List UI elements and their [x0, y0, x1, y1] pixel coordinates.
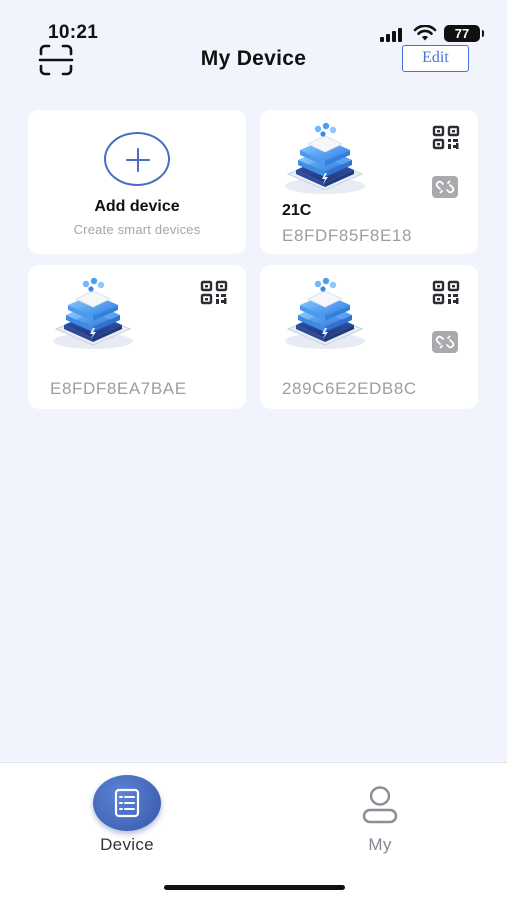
device-image	[48, 275, 138, 351]
add-icon	[104, 132, 170, 186]
battery-icon: 77	[444, 25, 484, 42]
device-list-icon	[93, 775, 161, 831]
link-icon[interactable]	[432, 176, 458, 198]
tab-device[interactable]: Device	[67, 775, 187, 855]
home-indicator	[164, 885, 345, 890]
qr-code-icon[interactable]	[200, 280, 228, 305]
device-card[interactable]: E8FDF8EA7BAE	[28, 265, 246, 409]
tab-label-device: Device	[100, 835, 154, 854]
add-device-title: Add device	[94, 198, 180, 215]
signal-icon	[380, 28, 402, 42]
status-bar: 10:21 77	[0, 0, 507, 44]
device-id: E8FDF8EA7BAE	[50, 379, 187, 398]
device-card[interactable]: 21C E8FDF85F8E18	[260, 110, 478, 254]
device-image	[280, 275, 370, 351]
link-icon[interactable]	[432, 331, 458, 353]
device-id: 289C6E2EDB8C	[282, 379, 417, 398]
tab-label-my: My	[368, 835, 392, 854]
qr-code-icon[interactable]	[432, 125, 460, 150]
status-time: 10:21	[48, 22, 99, 43]
device-image	[280, 120, 370, 196]
edit-button[interactable]: Edit	[402, 45, 469, 72]
device-name: 21C	[282, 202, 312, 219]
add-device-card[interactable]: Add device Create smart devices	[28, 110, 246, 254]
user-icon	[362, 786, 398, 824]
device-id: E8FDF85F8E18	[282, 226, 413, 245]
wifi-icon	[413, 25, 437, 41]
tab-bar: Device My	[0, 762, 507, 900]
device-card[interactable]: 289C6E2EDB8C	[260, 265, 478, 409]
tab-my[interactable]: My	[320, 775, 440, 855]
qr-code-icon[interactable]	[432, 280, 460, 305]
add-device-subtitle: Create smart devices	[73, 222, 201, 237]
